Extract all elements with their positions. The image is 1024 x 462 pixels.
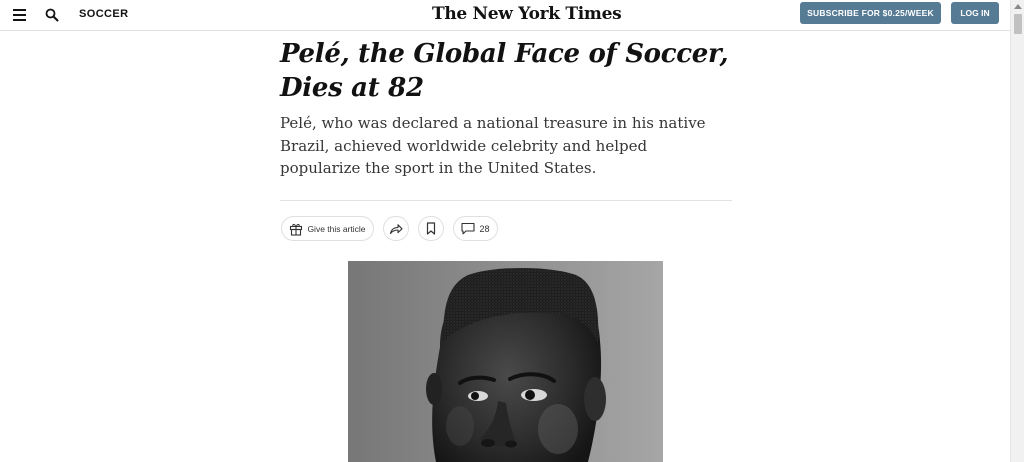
comments-button[interactable]: 28: [453, 216, 498, 241]
article-photo: [348, 261, 663, 462]
bookmark-icon: [426, 222, 436, 235]
top-navigation-bar: SOCCER The New York Times SUBSCRIBE FOR …: [0, 0, 1010, 31]
portrait-image: [348, 261, 663, 462]
article-headline: Pelé, the Global Face of Soccer, Dies at…: [280, 39, 729, 103]
nyt-logo[interactable]: The New York Times: [432, 4, 622, 24]
give-article-button[interactable]: Give this article: [281, 216, 374, 241]
article-summary: Pelé, who was declared a national treasu…: [280, 114, 706, 177]
comment-count: 28: [479, 223, 490, 234]
save-button[interactable]: [418, 216, 444, 241]
scroll-up-arrow-icon[interactable]: [1014, 4, 1022, 9]
gift-icon: [290, 223, 303, 236]
divider: [280, 200, 732, 201]
share-button[interactable]: [383, 216, 409, 241]
hamburger-menu-icon[interactable]: [13, 9, 26, 21]
login-button[interactable]: LOG IN: [951, 2, 999, 24]
scrollbar-thumb[interactable]: [1014, 14, 1022, 34]
subscribe-button[interactable]: SUBSCRIBE FOR $0.25/WEEK: [800, 2, 941, 24]
section-label[interactable]: SOCCER: [79, 8, 128, 20]
share-arrow-icon: [389, 223, 403, 234]
vertical-scrollbar[interactable]: [1010, 0, 1024, 462]
comment-bubble-icon: [461, 222, 476, 235]
give-article-label: Give this article: [307, 223, 366, 234]
search-icon[interactable]: [45, 8, 59, 22]
